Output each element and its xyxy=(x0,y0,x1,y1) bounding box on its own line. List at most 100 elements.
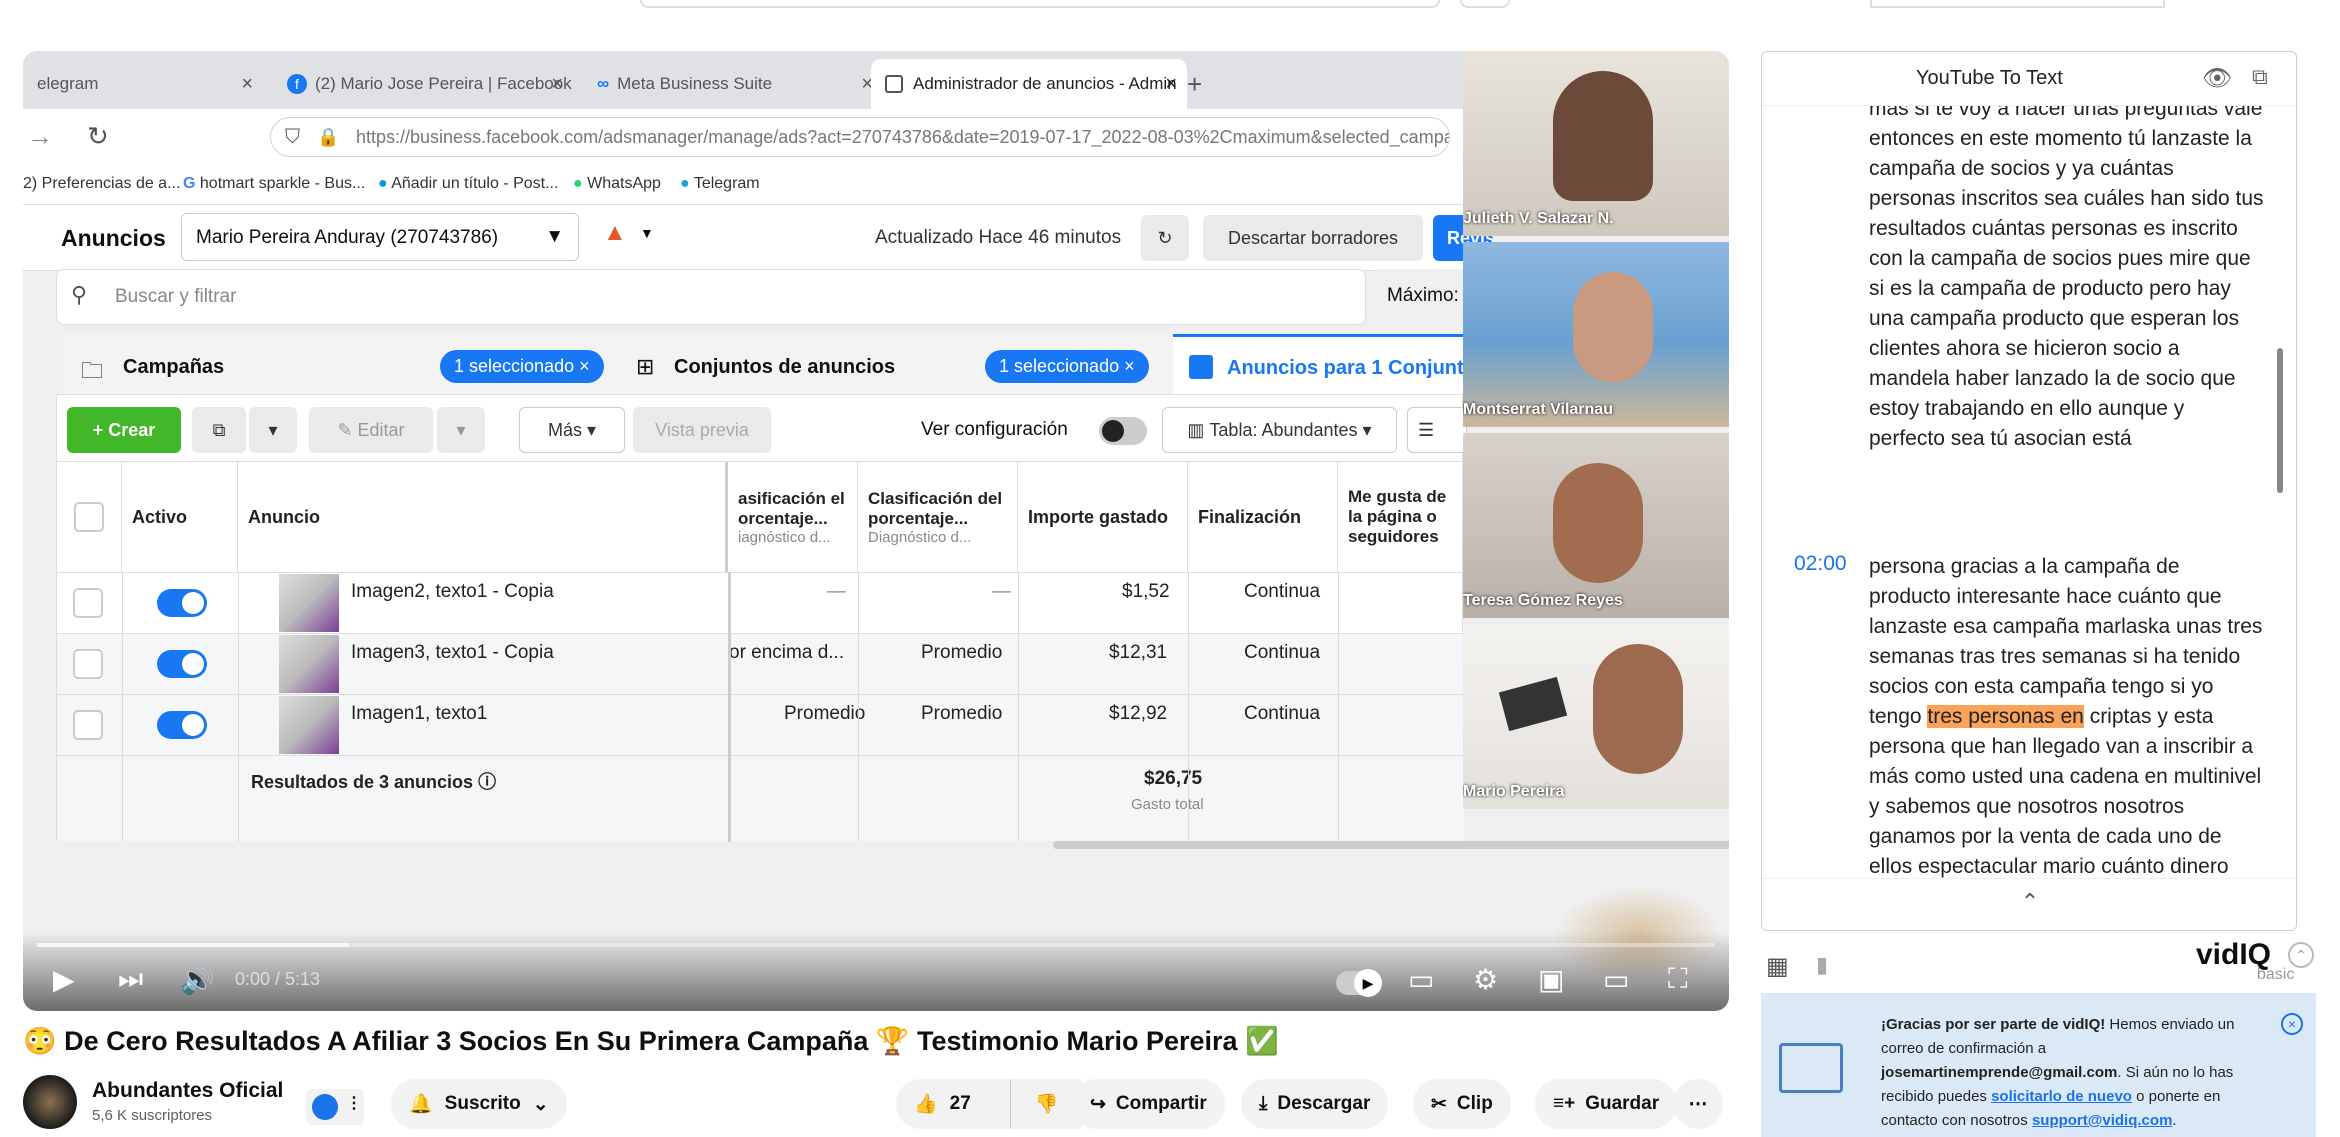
transcript-scrollbar[interactable] xyxy=(2277,348,2283,493)
play-icon[interactable]: ▶ xyxy=(53,963,75,996)
caret-down-icon[interactable]: ▼ xyxy=(640,225,654,241)
ad-name[interactable]: Imagen1, texto1 xyxy=(351,703,487,725)
more-actions-button[interactable]: ⋯ xyxy=(1673,1079,1723,1129)
column-header-end[interactable]: Finalización xyxy=(1188,462,1338,572)
row-toggle[interactable] xyxy=(157,650,207,678)
row-toggle[interactable] xyxy=(157,589,207,617)
column-divider xyxy=(1188,572,1189,842)
browser-tab[interactable]: elegram × xyxy=(23,59,263,109)
table-row[interactable]: Imagen2, texto1 - Copia — — $1,52 Contin… xyxy=(57,572,1464,633)
subscribed-button[interactable]: 🔔 Suscrito ⌄ xyxy=(391,1079,567,1129)
info-icon[interactable]: ⓘ xyxy=(478,772,496,792)
select-all-checkbox[interactable] xyxy=(74,502,104,532)
playlist-add-icon: ≡+ xyxy=(1553,1093,1576,1114)
table-row[interactable]: Imagen1, texto1 Promedio Promedio $12,92… xyxy=(57,694,1464,755)
apps-grid-icon[interactable]: ▦ xyxy=(1766,952,1789,981)
close-icon[interactable]: × xyxy=(551,73,563,96)
reload-icon[interactable]: ↻ xyxy=(87,121,109,152)
download-button[interactable]: ⤓ Descargar xyxy=(1241,1079,1389,1129)
column-header-ad[interactable]: Anuncio xyxy=(238,462,728,572)
resend-link[interactable]: solicitarlo de nuevo xyxy=(1991,1088,2132,1105)
video-player[interactable]: elegram × f (2) Mario Jose Pereira | Faceb… xyxy=(23,51,1729,1011)
rank1-value: Promedio xyxy=(784,703,866,724)
participant-name: Julieth V. Salazar N. xyxy=(1463,210,1614,227)
timestamp-link[interactable]: 02:00 xyxy=(1794,552,1847,576)
search-bar[interactable]: ⚲ Buscar y filtrar Máximo: xyxy=(56,269,1497,325)
row-checkbox[interactable] xyxy=(73,710,103,740)
new-tab-button[interactable]: + xyxy=(1173,59,1233,109)
chevron-up-icon[interactable]: ⌃ xyxy=(2288,942,2314,968)
forward-icon[interactable]: → xyxy=(27,121,53,152)
url-field[interactable]: ⛉ 🔒 https://business.facebook.com/adsman… xyxy=(270,117,1450,157)
refresh-button[interactable]: ↻ xyxy=(1141,215,1189,261)
preview-button[interactable]: Vista previa xyxy=(633,407,771,453)
row-checkbox[interactable] xyxy=(73,649,103,679)
extension-badge[interactable]: ⋮ xyxy=(306,1089,364,1125)
row-checkbox[interactable] xyxy=(73,588,103,618)
transcript-paragraph: persona gracias a la campaña de producto… xyxy=(1869,552,2264,912)
subtitles-icon[interactable]: ▭ xyxy=(1408,963,1434,996)
gear-icon[interactable]: ⚙ xyxy=(1473,963,1498,996)
autoplay-toggle[interactable]: ▶ xyxy=(1336,969,1382,997)
ad-name[interactable]: Imagen2, texto1 - Copia xyxy=(351,581,554,603)
column-header-rank1[interactable]: asificación el orcentaje... iagnóstico d.… xyxy=(728,462,858,572)
edit-button[interactable]: ✎ Editar xyxy=(309,407,433,453)
more-button[interactable]: Más ▾ xyxy=(519,407,625,453)
progress-bar[interactable] xyxy=(37,943,1715,947)
browser-tab[interactable]: f (2) Mario Jose Pereira | Facebook × xyxy=(273,59,573,109)
rank1-value: — xyxy=(827,581,846,602)
table-select[interactable]: ▥ Tabla: Abundantes ▾ xyxy=(1162,407,1397,453)
edit-dropdown[interactable]: ▾ xyxy=(437,407,485,453)
participant-name: Mario Pereira xyxy=(1463,783,1565,800)
shield-icon: ⛉ xyxy=(285,126,300,148)
url-text: https://business.facebook.com/adsmanager… xyxy=(356,127,1450,147)
stats-icon[interactable]: ▮ xyxy=(1816,952,1828,978)
account-select[interactable]: Mario Pereira Anduray (270743786) ▼ xyxy=(181,213,579,261)
bookmark-label: hotmart sparkle - Bus... xyxy=(199,175,366,192)
eye-icon[interactable]: 👁 xyxy=(2202,64,2232,93)
bookmark[interactable]: G hotmart sparkle - Bus... xyxy=(183,175,365,193)
duplicate-dropdown[interactable]: ▾ xyxy=(249,407,297,453)
save-button[interactable]: ≡+ Guardar xyxy=(1535,1079,1678,1129)
column-header-likes[interactable]: Me gusta de la página o seguidores xyxy=(1338,462,1464,572)
more-label: Más xyxy=(547,419,582,440)
clip-button[interactable]: ✂ Clip xyxy=(1413,1079,1511,1129)
support-link[interactable]: support@vidiq.com xyxy=(2032,1112,2172,1129)
row-toggle[interactable] xyxy=(157,711,207,739)
theater-icon[interactable]: ▭ xyxy=(1603,963,1629,996)
create-button[interactable]: + Crear xyxy=(67,407,181,453)
chevron-up-icon[interactable]: ⌃ xyxy=(1762,878,2296,930)
column-header-spent[interactable]: Importe gastado xyxy=(1018,462,1188,572)
copy-icon[interactable]: ⧉ xyxy=(2252,64,2268,90)
browser-tab[interactable]: ∞ Meta Business Suite × xyxy=(583,59,883,109)
browser-tab-active[interactable]: Administrador de anuncios - Admin × xyxy=(871,59,1187,109)
channel-name[interactable]: Abundantes Oficial xyxy=(92,1079,283,1103)
horizontal-scrollbar[interactable] xyxy=(1053,841,1729,849)
next-icon[interactable]: ⏭ xyxy=(118,963,143,996)
address-bar-row: → ↻ ⛉ 🔒 https://business.facebook.com/ad… xyxy=(23,109,1463,165)
selected-pill[interactable]: 1 seleccionado × xyxy=(440,350,604,383)
bookmark[interactable]: ● Telegram xyxy=(680,175,760,193)
column-header-rank2[interactable]: Clasificación del porcentaje... Diagnósti… xyxy=(858,462,1018,572)
bookmark[interactable]: 2) Preferencias de a... xyxy=(23,175,180,193)
column-header-active[interactable]: Activo xyxy=(122,462,238,572)
detail-button[interactable]: ☰ xyxy=(1407,407,1467,453)
ad-name[interactable]: Imagen3, texto1 - Copia xyxy=(351,642,554,664)
view-config-toggle[interactable] xyxy=(1099,417,1147,445)
miniplayer-icon[interactable]: ▣ xyxy=(1538,963,1564,996)
close-icon[interactable]: × xyxy=(2281,1013,2303,1035)
warning-icon[interactable]: ▲ xyxy=(603,219,627,247)
subscriber-count: 5,6 K suscriptores xyxy=(92,1107,213,1124)
fullscreen-icon[interactable]: ⛶ xyxy=(1668,963,1688,996)
avatar[interactable] xyxy=(23,1075,77,1129)
transcript-scroll[interactable]: mas si te voy a hacer unas preguntas val… xyxy=(1762,106,2296,918)
selected-pill[interactable]: 1 seleccionado × xyxy=(985,350,1149,383)
bookmark[interactable]: ● Añadir un título - Post... xyxy=(378,175,558,193)
bookmark[interactable]: ● WhatsApp xyxy=(573,175,661,193)
close-icon[interactable]: × xyxy=(241,73,253,96)
discard-drafts-button[interactable]: Descartar borradores xyxy=(1203,215,1423,261)
table-row[interactable]: Imagen3, texto1 - Copia or encima d... P… xyxy=(57,633,1464,694)
share-button[interactable]: ↪ Compartir xyxy=(1072,1079,1225,1129)
volume-icon[interactable]: 🔊 xyxy=(180,963,215,996)
duplicate-button[interactable]: ⧉ xyxy=(192,407,246,453)
